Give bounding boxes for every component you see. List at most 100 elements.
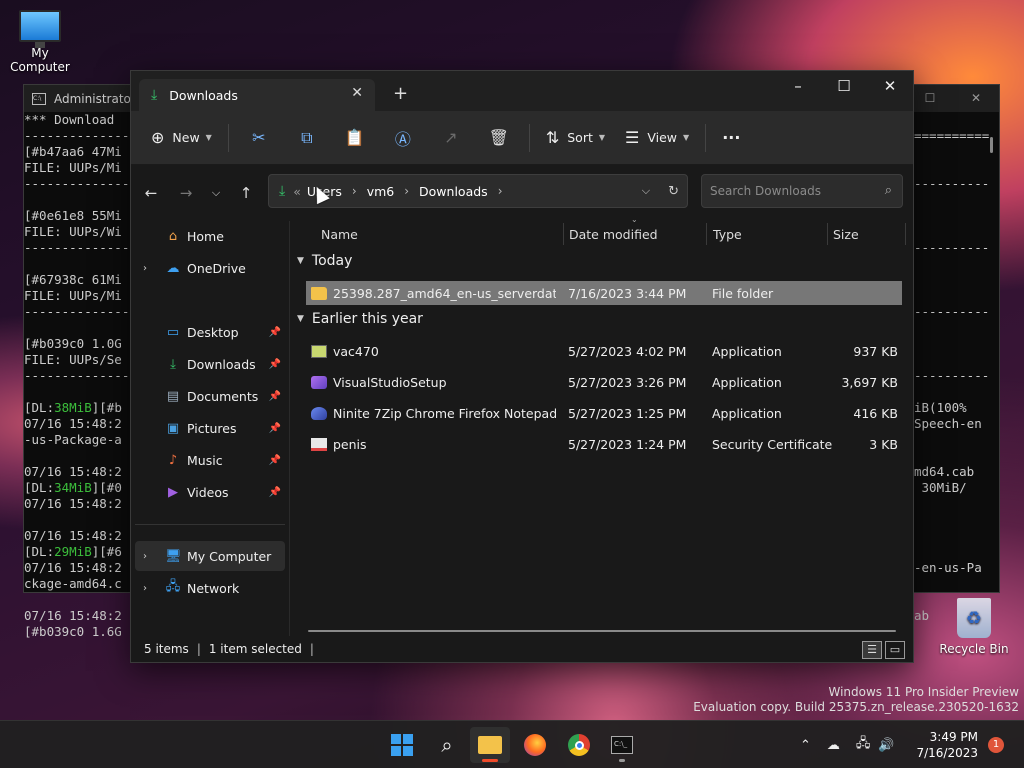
volume-icon[interactable]: 🔊 <box>878 738 894 753</box>
sidebar-item-downloads[interactable]: ⤓ Downloads 📌 <box>135 349 285 379</box>
sidebar-item-onedrive[interactable]: › ☁ OneDrive <box>135 253 285 283</box>
refresh-icon[interactable]: ↻ <box>668 184 679 199</box>
file-name: penis <box>333 436 367 452</box>
sidebar-item-documents[interactable]: ▤ Documents 📌 <box>135 381 285 411</box>
terminal-scrollbar[interactable] <box>990 137 993 153</box>
terminal-line: *** Download <box>24 112 115 127</box>
pin-icon[interactable]: 📌 <box>269 455 281 466</box>
column-header-name[interactable]: Name <box>321 221 358 247</box>
table-row[interactable]: Ninite 7Zip Chrome Firefox Notepad Inst.… <box>306 401 902 425</box>
watermark-line: Evaluation copy. Build 25375.zn_release.… <box>693 700 1019 714</box>
forward-button[interactable]: → <box>172 179 200 207</box>
column-divider[interactable] <box>827 223 828 245</box>
chevron-right-icon[interactable]: › <box>143 263 147 274</box>
minimize-button[interactable]: – <box>775 71 821 101</box>
column-header-date[interactable]: Date modified <box>569 221 658 247</box>
recent-locations-button[interactable]: ⌵ <box>202 179 230 207</box>
desktop-icon-my-computer[interactable]: My Computer <box>0 10 80 74</box>
application-icon <box>311 344 327 358</box>
column-divider[interactable] <box>563 223 564 245</box>
pin-icon[interactable]: 📌 <box>269 359 281 370</box>
group-header-today[interactable]: ▼ Today <box>297 253 352 269</box>
notification-badge[interactable]: 1 <box>988 737 1004 753</box>
close-button[interactable]: ✕ <box>867 71 913 101</box>
maximize-button[interactable]: ☐ <box>821 71 867 101</box>
back-button[interactable]: ← <box>137 179 165 207</box>
table-row[interactable]: vac470 5/27/2023 4:02 PM Application 937… <box>306 339 902 363</box>
pin-icon[interactable]: 📌 <box>269 391 281 402</box>
breadcrumb-vm6[interactable]: vm6 <box>367 184 395 199</box>
cut-button[interactable]: ✂ <box>235 120 283 156</box>
chevron-down-icon: ▼ <box>297 256 304 266</box>
taskbar-file-explorer[interactable] <box>470 727 510 763</box>
view-button[interactable]: ☰ View ▼ <box>615 120 699 156</box>
up-button[interactable]: ↑ <box>232 179 260 207</box>
tiles-view-button[interactable]: ▭ <box>885 641 905 659</box>
share-button[interactable]: ↗ <box>427 120 475 156</box>
column-divider[interactable] <box>706 223 707 245</box>
breadcrumb-separator-icon[interactable]: › <box>404 184 409 198</box>
group-header-earlier-this-year[interactable]: ▼ Earlier this year <box>297 311 423 327</box>
cloud-icon: ☁ <box>166 260 180 276</box>
taskbar-clock[interactable]: 3:49 PM 7/16/2023 <box>912 729 978 761</box>
new-tab-button[interactable]: + <box>393 83 408 104</box>
sidebar-item-desktop[interactable]: ▭ Desktop 📌 <box>135 317 285 347</box>
table-row[interactable]: 25398.287_amd64_en-us_serverdatacente...… <box>306 281 902 305</box>
rename-button[interactable]: Ⓐ <box>379 120 427 156</box>
pin-icon[interactable]: 📌 <box>269 487 281 498</box>
taskbar-chrome[interactable] <box>559 727 599 763</box>
column-header-size[interactable]: Size <box>833 221 859 247</box>
more-options-button[interactable]: ··· <box>712 120 750 156</box>
file-name: Ninite 7Zip Chrome Firefox Notepad Inst.… <box>333 405 556 421</box>
horizontal-scrollbar[interactable] <box>308 630 896 632</box>
breadcrumb-downloads[interactable]: Downloads <box>419 184 488 199</box>
search-input[interactable] <box>710 184 870 198</box>
overflow-chevron-icon[interactable]: « <box>293 184 301 199</box>
terminal-close-button[interactable]: ✕ <box>953 85 999 112</box>
search-box[interactable]: ⌕ <box>701 174 903 208</box>
new-button[interactable]: ⊕ New ▼ <box>141 120 222 156</box>
sidebar-item-home[interactable]: ⌂ Home <box>135 221 285 251</box>
terminal-line: [DL:38MiB][#b <box>24 400 122 415</box>
terminal-line: FILE: UUPs/Se <box>24 352 122 367</box>
sidebar-item-my-computer[interactable]: › 🖥 My Computer <box>135 541 285 571</box>
network-status-icon[interactable]: 🖧 <box>856 734 871 756</box>
start-button[interactable] <box>382 727 422 763</box>
sidebar-item-network[interactable]: › 🖧 Network <box>135 573 285 603</box>
terminal-speed: 38MiB <box>54 400 92 415</box>
sidebar-item-pictures[interactable]: ▣ Pictures 📌 <box>135 413 285 443</box>
paste-button[interactable]: 📋 <box>331 120 379 156</box>
tab-close-icon[interactable]: ✕ <box>351 85 363 101</box>
pin-icon[interactable]: 📌 <box>269 423 281 434</box>
file-name: 25398.287_amd64_en-us_serverdatacente... <box>333 285 556 301</box>
group-label: Earlier this year <box>311 311 423 327</box>
show-hidden-icons-chevron-icon[interactable]: ⌃ <box>800 738 811 753</box>
address-bar[interactable]: ⤓ « Users › vm6 › Downloads › ⌵ ↻ <box>268 174 688 208</box>
pin-icon[interactable]: 📌 <box>269 327 281 338</box>
column-divider[interactable] <box>905 223 906 245</box>
breadcrumb-separator-icon[interactable]: › <box>352 184 357 198</box>
taskbar-firefox[interactable] <box>515 727 555 763</box>
firefox-icon <box>524 734 546 756</box>
taskbar-terminal[interactable]: C:\_ <box>602 727 642 763</box>
onedrive-offline-icon[interactable]: ☁ <box>827 738 840 753</box>
pane-splitter[interactable] <box>289 221 290 637</box>
details-view-button[interactable]: ☰ <box>862 641 882 659</box>
folder-icon <box>478 736 502 754</box>
tab-downloads[interactable]: ⤓ Downloads ✕ <box>139 79 375 111</box>
address-history-chevron-icon[interactable]: ⌵ <box>642 184 650 198</box>
sidebar-item-music[interactable]: ♪ Music 📌 <box>135 445 285 475</box>
terminal-line: FILE: UUPs/Wi <box>24 224 122 239</box>
sidebar-item-videos[interactable]: ▶ Videos 📌 <box>135 477 285 507</box>
column-header-type[interactable]: Type <box>713 221 742 247</box>
breadcrumb-separator-icon[interactable]: › <box>498 184 503 198</box>
delete-button[interactable]: 🗑 <box>475 120 523 156</box>
table-row[interactable]: VisualStudioSetup 5/27/2023 3:26 PM Appl… <box>306 370 902 394</box>
table-row[interactable]: penis 5/27/2023 1:24 PM Security Certifi… <box>306 432 902 456</box>
sort-button[interactable]: ⇅ Sort ▼ <box>536 120 615 156</box>
copy-button[interactable]: ⧉ <box>283 120 331 156</box>
chevron-right-icon[interactable]: › <box>143 551 147 562</box>
file-explorer-window[interactable]: ⤓ Downloads ✕ + – ☐ ✕ ⊕ New ▼ ✂ ⧉ 📋 Ⓐ ↗ … <box>130 70 914 663</box>
search-button[interactable]: ⌕ <box>427 727 467 763</box>
chevron-right-icon[interactable]: › <box>143 583 147 594</box>
